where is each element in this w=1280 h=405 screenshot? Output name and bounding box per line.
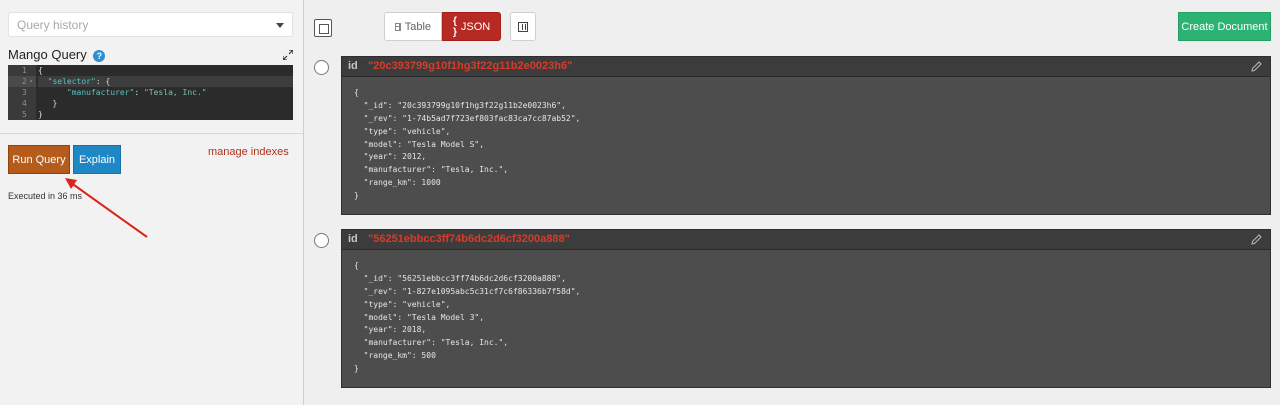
query-history-placeholder: Query history bbox=[17, 18, 89, 32]
table-view-label: Table bbox=[404, 20, 431, 33]
json-line: "model": "Tesla Model 3", bbox=[354, 312, 485, 322]
annotation-arrow bbox=[65, 178, 148, 238]
document-json: { "_id": "56251ebbcc3ff74b6dc2d6cf3200a8… bbox=[342, 250, 1270, 376]
json-line: { bbox=[354, 261, 359, 270]
editor-gutter: 1 2 ▾ 3 4 5 bbox=[8, 65, 36, 120]
document-json: { "_id": "20c393799g10f1hg3f22g11b2e0023… bbox=[342, 77, 1270, 203]
json-line: "range_km": 500 bbox=[354, 351, 436, 361]
id-label: id bbox=[348, 60, 358, 72]
expand-icon[interactable] bbox=[283, 50, 293, 60]
pencil-icon[interactable] bbox=[1251, 61, 1262, 72]
create-document-button[interactable]: Create Document bbox=[1178, 12, 1271, 41]
document-card: id "56251ebbcc3ff74b6dc2d6cf3200a888" { … bbox=[341, 229, 1271, 388]
code-line: "manufacturer": "Tesla, Inc." bbox=[66, 88, 207, 97]
code-line: "selector": { bbox=[38, 76, 293, 87]
document-header: id "20c393799g10f1hg3f22g11b2e0023h6" bbox=[342, 57, 1270, 77]
json-line: "model": "Tesla Model S", bbox=[354, 139, 485, 149]
json-view-label: JSON bbox=[460, 20, 491, 33]
line-number: 3 bbox=[22, 88, 27, 97]
mango-query-label: Mango Query bbox=[8, 47, 87, 62]
json-line: "_rev": "1-74b5ad7f723ef803fac83ca7cc87a… bbox=[354, 113, 581, 123]
json-line: "_id": "56251ebbcc3ff74b6dc2d6cf3200a888… bbox=[354, 273, 566, 283]
manage-indexes-link[interactable]: manage indexes bbox=[208, 146, 289, 158]
view-toggle: Table { } JSON bbox=[384, 12, 501, 41]
json-line: "type": "vehicle", bbox=[354, 299, 451, 309]
document-id[interactable]: "56251ebbcc3ff74b6dc2d6cf3200a888" bbox=[368, 233, 570, 245]
mango-query-title: Mango Query ? bbox=[8, 47, 106, 62]
document-id[interactable]: "20c393799g10f1hg3f22g11b2e0023h6" bbox=[368, 60, 572, 72]
document-header: id "56251ebbcc3ff74b6dc2d6cf3200a888" bbox=[342, 230, 1270, 250]
code-line: } bbox=[38, 110, 43, 119]
json-line: "manufacturer": "Tesla, Inc.", bbox=[354, 165, 509, 175]
pencil-icon[interactable] bbox=[1251, 234, 1262, 245]
query-history-select[interactable]: Query history bbox=[8, 12, 293, 37]
json-line: "year": 2018, bbox=[354, 325, 427, 335]
document-card: id "20c393799g10f1hg3f22g11b2e0023h6" { … bbox=[341, 56, 1271, 215]
line-number: 1 bbox=[22, 66, 27, 75]
query-editor[interactable]: 1 2 ▾ 3 4 5 { "selector": { "manufacturer… bbox=[8, 65, 293, 120]
help-icon[interactable]: ? bbox=[93, 50, 106, 62]
json-line: "_id": "20c393799g10f1hg3f22g11b2e0023h6… bbox=[354, 100, 566, 110]
line-number: 4 bbox=[22, 99, 27, 108]
code-line: { bbox=[38, 66, 43, 75]
json-line: } bbox=[354, 364, 359, 374]
code-line: } bbox=[52, 99, 58, 108]
id-label: id bbox=[348, 233, 358, 245]
json-line: "_rev": "1-827e1095abc5c31cf7c6f86336b7f… bbox=[354, 286, 581, 296]
divider bbox=[0, 133, 303, 134]
document-select-radio[interactable] bbox=[314, 233, 329, 248]
json-view-button[interactable]: { } JSON bbox=[442, 12, 501, 41]
json-line: "range_km": 1000 bbox=[354, 178, 441, 188]
json-braces-icon: { } bbox=[453, 15, 457, 38]
select-all-checkbox[interactable] bbox=[314, 19, 332, 37]
table-icon bbox=[395, 22, 401, 31]
fold-icon[interactable]: ▾ bbox=[29, 76, 33, 87]
json-line: { bbox=[354, 88, 359, 97]
editor-code: { "selector": { "manufacturer": "Tesla, … bbox=[38, 65, 293, 120]
document-select-radio[interactable] bbox=[314, 60, 329, 75]
json-line: "year": 2012, bbox=[354, 152, 427, 162]
table-view-button[interactable]: Table bbox=[384, 12, 442, 41]
json-line: "manufacturer": "Tesla, Inc.", bbox=[354, 338, 509, 348]
json-line: } bbox=[354, 191, 359, 201]
columns-button[interactable] bbox=[510, 12, 536, 41]
chevron-down-icon bbox=[276, 23, 284, 28]
columns-icon bbox=[518, 22, 528, 32]
line-number: 2 ▾ bbox=[8, 76, 36, 87]
json-line: "type": "vehicle", bbox=[354, 126, 451, 136]
query-sidebar: Query history Mango Query ? 1 2 ▾ 3 4 5 {… bbox=[0, 0, 304, 405]
line-number: 5 bbox=[22, 110, 27, 119]
